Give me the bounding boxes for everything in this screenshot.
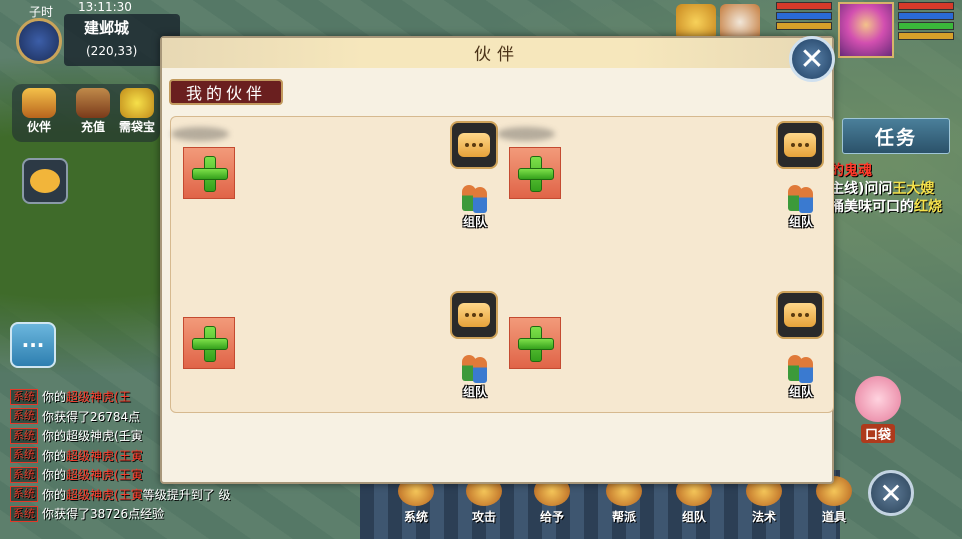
quest-line[interactable]: 桶美味可口的红烧 <box>830 196 942 216</box>
team-up-button[interactable]: 组队 <box>780 353 822 400</box>
slot-shadow <box>497 127 555 141</box>
pet-mp-bar <box>776 12 832 20</box>
system-tag: 系统 <box>10 447 38 464</box>
plus-icon <box>518 326 554 362</box>
team-icon <box>460 183 490 213</box>
add-partner-button[interactable] <box>509 147 561 199</box>
quest-line[interactable]: 主线)问问王大嫂 <box>830 178 934 198</box>
hero-mp-bar <box>898 12 954 20</box>
chat-line: 系统 你的 超级神虎(王寅 等级提升到了 级 <box>10 485 310 505</box>
partner-dialog: 伙伴 我的伙伴 组队 组队 组队 组队 <box>160 36 834 484</box>
lucky-bag-icon <box>855 376 901 422</box>
system-tag: 系统 <box>10 388 38 405</box>
system-tag: 系统 <box>10 427 38 444</box>
hero-portrait[interactable] <box>838 2 894 58</box>
recharge-button[interactable]: 充值 <box>72 86 114 140</box>
team-icon <box>786 353 816 383</box>
message-button[interactable] <box>450 121 498 169</box>
treasure-bag-label: 需袋宝 <box>118 120 155 134</box>
attack-button[interactable]: 攻击 <box>456 476 512 536</box>
treasure-chest-icon <box>76 88 110 118</box>
bag-button[interactable]: 口袋 <box>848 376 908 452</box>
system-tag: 系统 <box>10 505 38 522</box>
pet-button[interactable] <box>22 158 68 204</box>
partner-slot: 组队 <box>497 287 827 457</box>
hero-anger-bar <box>898 22 954 30</box>
time-period: 子时 <box>28 5 53 19</box>
plus-icon <box>518 156 554 192</box>
add-partner-button[interactable] <box>183 317 235 369</box>
pet-exp-bar <box>776 22 832 30</box>
partner-slot: 组队 <box>171 287 501 457</box>
pet-icon <box>30 169 60 193</box>
system-tag: 系统 <box>10 486 38 503</box>
system-button[interactable]: 系统 <box>388 476 444 536</box>
city-name: 建邺城 <box>84 19 130 37</box>
guild-button[interactable]: 帮派 <box>596 476 652 536</box>
cat-pet-icon[interactable] <box>676 4 716 40</box>
collapse-menu-button[interactable]: ✕ <box>868 470 914 516</box>
dialog-title: 伙伴 <box>474 45 520 65</box>
close-icon: ✕ <box>799 41 825 77</box>
slot-shadow <box>171 127 229 141</box>
partner-slot: 组队 <box>171 117 501 287</box>
message-button[interactable] <box>450 291 498 339</box>
recharge-label: 充值 <box>80 120 105 134</box>
hero-exp-bar <box>898 32 954 40</box>
treasure-bag-button[interactable]: 需袋宝 <box>116 86 158 140</box>
item-button[interactable]: 道具 <box>806 476 862 536</box>
add-partner-button[interactable] <box>183 147 235 199</box>
system-tag: 系统 <box>10 466 38 483</box>
give-button[interactable]: 给予 <box>524 476 580 536</box>
partner-slots-panel: 组队 组队 组队 组队 <box>170 116 834 413</box>
chat-button[interactable]: ··· <box>10 322 56 368</box>
tiger-pet-icon[interactable] <box>720 4 760 40</box>
speech-bubble-icon <box>784 133 816 157</box>
speech-bubble-icon <box>458 303 490 327</box>
bag-label: 口袋 <box>860 424 895 443</box>
speech-bubble-icon <box>458 133 490 157</box>
city-emblem-icon[interactable] <box>16 18 62 64</box>
message-button[interactable] <box>776 121 824 169</box>
close-icon: ✕ <box>879 476 903 510</box>
coin-icon <box>120 88 154 118</box>
add-partner-button[interactable] <box>509 317 561 369</box>
plus-icon <box>192 156 228 192</box>
team-up-button[interactable]: 组队 <box>454 183 496 230</box>
hero-status-bars <box>898 2 954 42</box>
skill-button[interactable]: 法术 <box>736 476 792 536</box>
team-icon <box>786 183 816 213</box>
coordinates: (220,33) <box>86 44 138 58</box>
system-tag: 系统 <box>10 408 38 425</box>
clock: 13:11:30 <box>78 0 132 14</box>
team-up-button[interactable]: 组队 <box>780 183 822 230</box>
my-partners-label: 我的伙伴 <box>169 79 283 105</box>
team-icon <box>460 353 490 383</box>
team-up-button[interactable]: 组队 <box>454 353 496 400</box>
message-button[interactable] <box>776 291 824 339</box>
hero-hp-bar <box>898 2 954 10</box>
partner-icon <box>22 88 56 118</box>
quest-line[interactable]: 的鬼魂 <box>830 160 872 180</box>
partner-button[interactable]: 伙伴 <box>18 86 60 140</box>
pet-hp-bar <box>776 2 832 10</box>
team-bar-button[interactable]: 组队 <box>666 476 722 536</box>
plus-icon <box>192 326 228 362</box>
task-button[interactable]: 任务 <box>842 118 950 154</box>
speech-bubble-icon <box>784 303 816 327</box>
chat-line: 系统 你获得了38726点经验 <box>10 504 310 524</box>
partner-slot: 组队 <box>497 117 827 287</box>
pet-status-bars <box>776 2 832 32</box>
chat-bubble-icon: ··· <box>21 333 45 357</box>
partner-label: 伙伴 <box>26 120 51 134</box>
dialog-close-button[interactable]: ✕ <box>789 36 835 82</box>
